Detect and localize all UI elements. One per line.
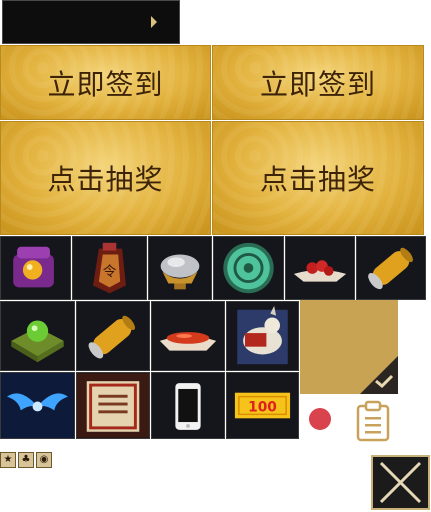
signin-label-right: 立即签到 (259, 67, 376, 101)
check-icon (375, 374, 394, 388)
signin-label-left: 立即签到 (47, 67, 164, 101)
horse-mount-icon[interactable] (226, 301, 299, 371)
token-icon[interactable]: 令 (72, 236, 147, 300)
jewel-box-icon[interactable] (0, 236, 71, 300)
silver-ore-icon[interactable] (148, 236, 212, 300)
clipboard-icon[interactable] (355, 400, 391, 442)
notification-dot (309, 408, 331, 430)
mini-icon-row: ★ ♣ ◉ (0, 452, 52, 468)
lottery-label-left: 点击抽奖 (47, 163, 164, 196)
arrow-right-icon (151, 16, 157, 28)
scroll-icon[interactable] (76, 372, 150, 439)
silk-roll-icon[interactable] (76, 301, 150, 371)
eye-icon[interactable]: ◉ (36, 452, 52, 468)
coupon-value: 100 (248, 399, 277, 415)
coupon-icon[interactable]: 100 (226, 372, 299, 439)
top-bar[interactable] (2, 0, 180, 44)
svg-text:令: 令 (103, 264, 117, 280)
green-orb-icon[interactable] (0, 301, 75, 371)
silk-roll-icon[interactable] (356, 236, 426, 300)
chili-powder-icon[interactable] (151, 301, 225, 371)
blue-wings-icon[interactable] (0, 372, 75, 439)
claimed-panel (300, 300, 398, 394)
lottery-button-left[interactable]: 点击抽奖 (0, 121, 211, 235)
berries-plate-icon[interactable] (285, 236, 355, 300)
plant-icon[interactable]: ♣ (18, 452, 34, 468)
close-icon (379, 461, 422, 504)
signin-button-right[interactable]: 立即签到 (212, 45, 424, 120)
phone-icon[interactable] (151, 372, 225, 439)
signin-button-left[interactable]: 立即签到 (0, 45, 211, 120)
star-icon[interactable]: ★ (0, 452, 16, 468)
lottery-label-right: 点击抽奖 (259, 163, 376, 196)
lottery-button-right[interactable]: 点击抽奖 (212, 121, 424, 235)
jade-disc-icon[interactable] (213, 236, 284, 300)
close-button[interactable] (371, 455, 430, 510)
